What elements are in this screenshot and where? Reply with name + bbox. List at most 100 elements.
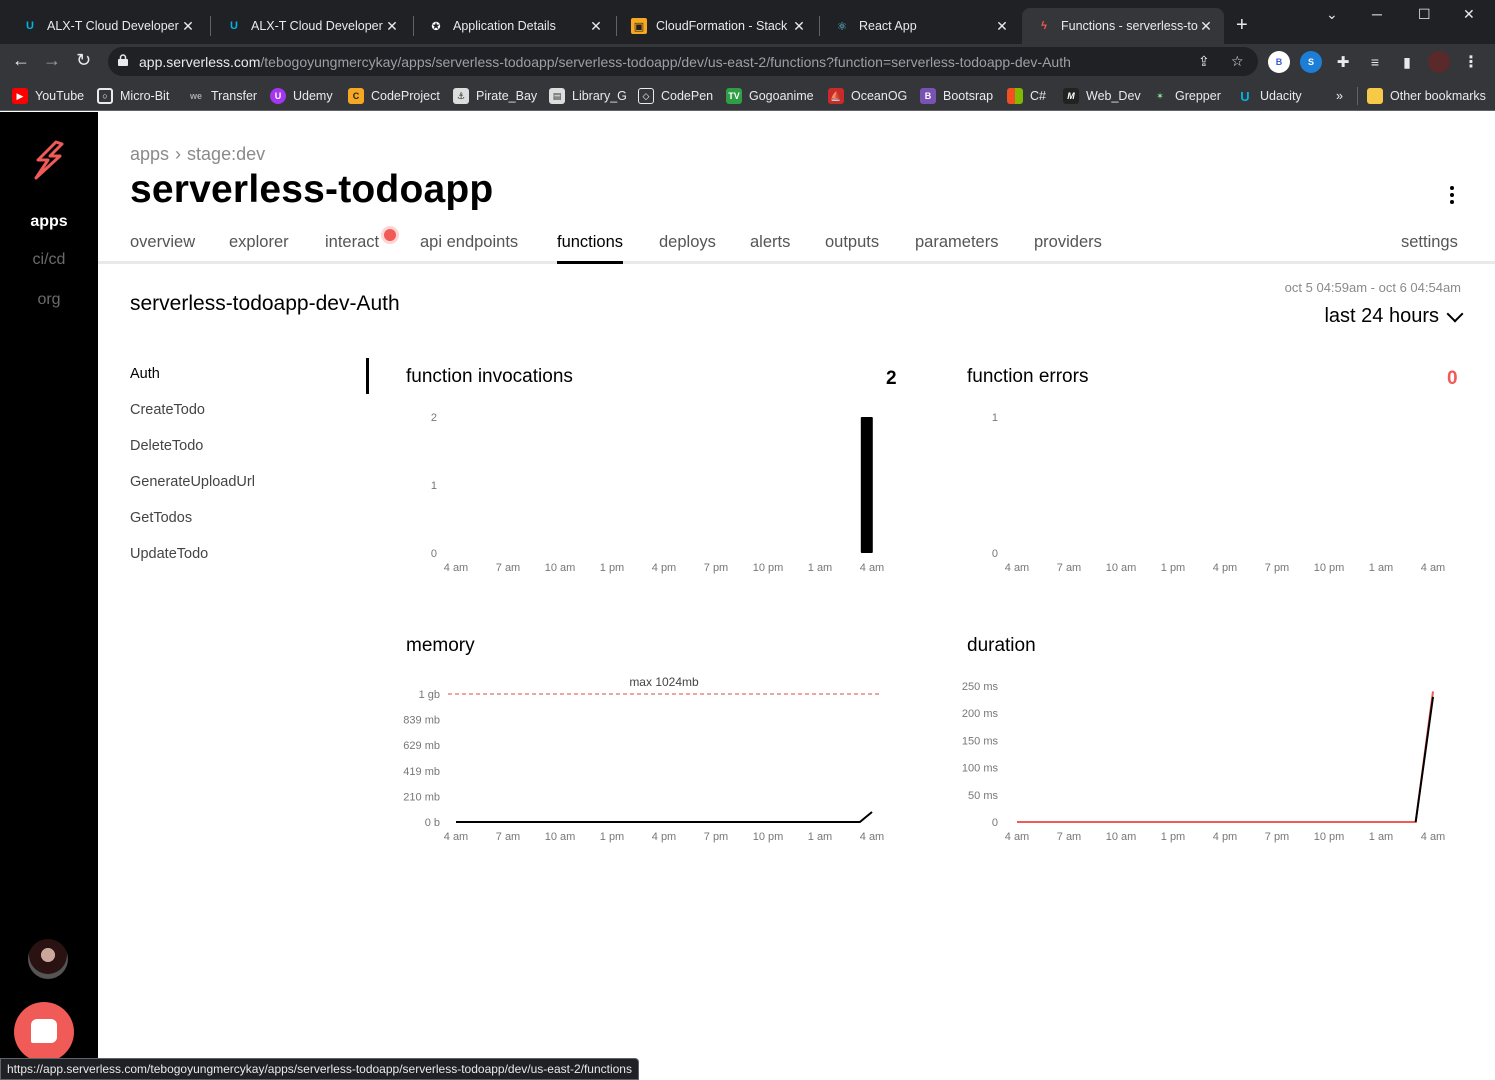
sidebar-item-org[interactable]: org	[0, 291, 98, 309]
x-tick-label: 1 am	[1369, 831, 1393, 843]
sidebar-item-apps[interactable]: apps	[0, 213, 98, 231]
close-icon[interactable]: ✕	[180, 18, 196, 35]
x-tick-label: 1 pm	[600, 831, 624, 843]
folder-icon	[1367, 88, 1383, 104]
tab-functions[interactable]: functions	[557, 233, 624, 264]
bookmark-library[interactable]: ▤ Library_G	[549, 85, 627, 107]
function-item-createtodo[interactable]: CreateTodo	[130, 402, 205, 418]
chat-button[interactable]	[14, 1002, 74, 1062]
bookmark-microbit[interactable]: ○ Micro-Bit	[97, 85, 169, 107]
bookmark-label: Udemy	[293, 89, 333, 103]
invocation-bar[interactable]	[860, 417, 873, 553]
chat-icon	[31, 1019, 57, 1043]
browser-tab[interactable]: U ALX-T Cloud Developer - U ✕	[212, 8, 410, 44]
x-tick-label: 4 am	[444, 562, 468, 574]
share-icon[interactable]: ⇪	[1198, 53, 1210, 70]
close-icon[interactable]: ✕	[384, 18, 400, 35]
bookmark-codepen[interactable]: ◇ CodePen	[638, 85, 713, 107]
avatar-icon[interactable]	[1428, 51, 1450, 73]
bookmark-oceanog[interactable]: ⛵ OceanOG	[828, 85, 907, 107]
new-tab-icon[interactable]: +	[1236, 14, 1248, 37]
bookmark-udacity[interactable]: U Udacity	[1237, 85, 1301, 107]
profile-b-icon[interactable]: B	[1268, 51, 1290, 73]
x-tick-label: 10 pm	[753, 831, 784, 843]
bookmark-gogoanime[interactable]: TV Gogoanime	[726, 85, 814, 107]
tab-settings[interactable]: settings	[1401, 233, 1458, 261]
shazam-icon[interactable]: S	[1300, 51, 1322, 73]
browser-tab-active[interactable]: ϟ Functions - serverless-todo ✕	[1022, 8, 1224, 44]
back-icon[interactable]: ←	[12, 50, 30, 71]
browser-tab[interactable]: U ALX-T Cloud Developer - U ✕	[8, 8, 206, 44]
sidebar-item-cicd[interactable]: ci/cd	[0, 251, 98, 269]
bookmark-piratebay[interactable]: ⚓ Pirate_Bay	[453, 85, 537, 107]
close-icon[interactable]: ✕	[791, 18, 807, 35]
bookmark-star-icon[interactable]: ☆	[1231, 53, 1244, 70]
microbit-icon: ○	[97, 88, 113, 104]
tab-title: CloudFormation - Stack	[656, 19, 788, 33]
bookmark-csharp[interactable]: C#	[1007, 85, 1046, 107]
bookmark-bootstrap[interactable]: B Bootsrap	[920, 85, 993, 107]
other-bookmarks[interactable]: Other bookmarks	[1367, 85, 1486, 107]
browser-tab[interactable]: ⚛ React App ✕	[820, 8, 1020, 44]
bookmarks-divider	[1357, 87, 1358, 105]
media-icon[interactable]: ≡	[1364, 51, 1386, 73]
function-item-gettodos[interactable]: GetTodos	[130, 510, 192, 526]
y-tick-label: 0	[431, 548, 437, 560]
tab-explorer[interactable]: explorer	[229, 233, 289, 261]
bookmark-udemy[interactable]: U Udemy	[270, 85, 333, 107]
close-icon[interactable]: ✕	[588, 18, 604, 35]
series-line	[456, 811, 873, 823]
nav-tabs: overview explorer interact api endpoints…	[98, 230, 1495, 264]
tab-overview[interactable]: overview	[130, 233, 195, 261]
bookmark-label: Micro-Bit	[120, 89, 170, 103]
more-options-icon[interactable]	[1445, 186, 1459, 208]
close-icon[interactable]: ✕	[994, 18, 1010, 35]
serverless-logo-icon[interactable]	[30, 140, 66, 180]
chevron-right-icon: ›	[175, 144, 182, 164]
tab-alerts[interactable]: alerts	[750, 233, 790, 261]
browser-tab[interactable]: ▣ CloudFormation - Stack ✕	[617, 8, 817, 44]
function-item-auth[interactable]: Auth	[130, 366, 160, 382]
browser-tab[interactable]: ✪ Application Details ✕	[414, 8, 614, 44]
tab-api-endpoints[interactable]: api endpoints	[420, 233, 518, 261]
other-bookmarks-label: Other bookmarks	[1390, 89, 1486, 103]
tab-search-icon[interactable]: ⌄	[1326, 6, 1338, 23]
bookmark-transfer[interactable]: we Transfer	[188, 85, 257, 107]
minimize-icon[interactable]: ─	[1372, 6, 1382, 22]
tab-parameters[interactable]: parameters	[915, 233, 998, 261]
address-bar[interactable]: app.serverless.com/tebogoyungmercykay/ap…	[108, 47, 1258, 76]
menu-icon[interactable]: ⋮	[1460, 51, 1482, 73]
maximize-icon[interactable]: ☐	[1418, 6, 1431, 23]
extensions-icon[interactable]: ✚	[1332, 51, 1354, 73]
tab-providers[interactable]: providers	[1034, 233, 1102, 261]
breadcrumb-stage[interactable]: stage:dev	[187, 144, 265, 164]
side-panel-icon[interactable]: ▮	[1396, 51, 1418, 73]
close-icon[interactable]: ✕	[1198, 18, 1214, 35]
avatar[interactable]	[28, 939, 68, 979]
function-item-deletetodo[interactable]: DeleteTodo	[130, 438, 203, 454]
close-window-icon[interactable]: ✕	[1463, 6, 1475, 23]
page-title: serverless-todoapp	[130, 168, 494, 211]
bookmark-youtube[interactable]: ▶ YouTube	[12, 85, 84, 107]
tab-interact[interactable]: interact	[325, 233, 379, 261]
forward-icon[interactable]: →	[43, 50, 61, 71]
bookmark-codeproject[interactable]: C CodeProject	[348, 85, 440, 107]
tab-outputs[interactable]: outputs	[825, 233, 879, 261]
bookmark-webdev[interactable]: M Web_Dev	[1063, 85, 1141, 107]
function-item-generateuploadurl[interactable]: GenerateUploadUrl	[130, 474, 255, 490]
function-item-updatetodo[interactable]: UpdateTodo	[130, 546, 208, 562]
bookmark-label: Transfer	[211, 89, 258, 103]
breadcrumb-apps[interactable]: apps	[130, 144, 169, 164]
tab-title: ALX-T Cloud Developer - U	[47, 19, 180, 33]
function-active-indicator	[366, 358, 369, 394]
reload-icon[interactable]: ↻	[76, 50, 91, 71]
series-line	[1414, 696, 1434, 823]
bookmark-label: Pirate_Bay	[476, 89, 538, 103]
more-bookmarks-button[interactable]: »	[1336, 85, 1343, 107]
tab-deploys[interactable]: deploys	[659, 233, 716, 261]
time-range-select[interactable]: last 24 hours	[1324, 305, 1464, 328]
x-tick-label: 4 am	[1421, 831, 1445, 843]
bookmark-grepper[interactable]: ✶ Grepper	[1152, 85, 1221, 107]
udemy-icon: U	[270, 88, 286, 104]
wetransfer-icon: we	[189, 91, 202, 101]
